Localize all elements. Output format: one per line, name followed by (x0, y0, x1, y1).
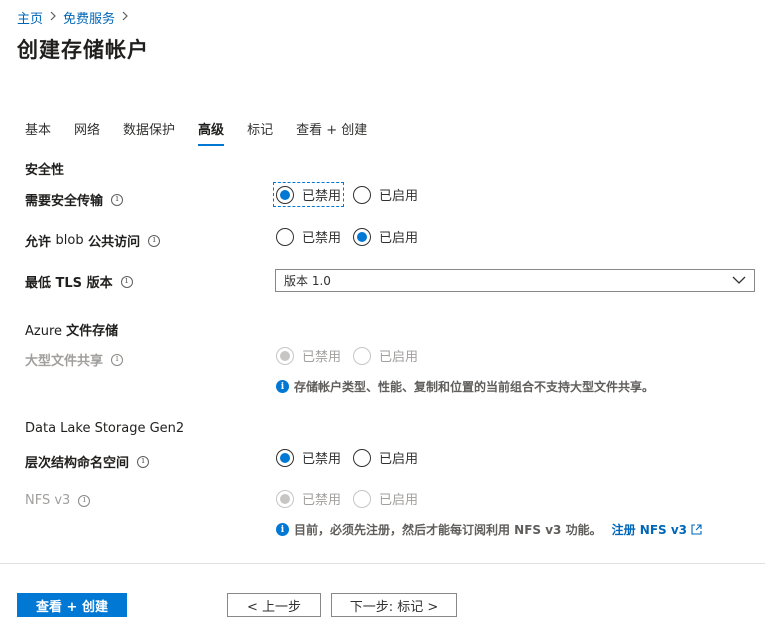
large-file-shares-info-note: i 存储帐户类型、性能、复制和位置的当前组合不支持大型文件共享。 (276, 378, 654, 395)
nfs-v3-disabled-radio: 已禁用 (276, 489, 341, 508)
radio-checked-icon (276, 346, 294, 365)
tab-review-create[interactable]: 查看 + 创建 (296, 119, 367, 144)
blob-public-access-label: 允许 blob 公共访问 i (25, 231, 161, 250)
next-tags-button[interactable]: 下一步: 标记 > (331, 593, 457, 617)
info-icon[interactable]: i (137, 455, 150, 468)
previous-button[interactable]: < 上一步 (227, 593, 321, 617)
breadcrumb: 主页 免费服务 (17, 8, 135, 27)
breadcrumb-home-link[interactable]: 主页 (17, 8, 43, 27)
radio-checked-icon (353, 227, 372, 246)
info-icon[interactable]: i (111, 193, 124, 206)
breadcrumb-free-services-link[interactable]: 免费服务 (63, 8, 115, 27)
footer-divider (0, 563, 765, 564)
blob-public-enabled-radio[interactable]: 已启用 (353, 227, 418, 246)
register-nfs-v3-link[interactable]: 注册 NFS v3 (612, 521, 702, 538)
radio-checked-icon (276, 489, 294, 508)
info-icon: i (276, 523, 289, 536)
external-link-icon (691, 524, 702, 535)
nfs-v3-radio-group: 已禁用 已启用 (276, 489, 430, 508)
info-icon[interactable]: i (111, 353, 124, 366)
tab-networking[interactable]: 网络 (74, 119, 100, 144)
secure-transfer-radio-group: 已禁用 已启用 (272, 182, 430, 207)
large-file-shares-radio-group: 已禁用 已启用 (276, 346, 430, 365)
min-tls-version-label: 最低 TLS 版本 i (25, 272, 133, 291)
large-file-shares-enabled-radio: 已启用 (353, 346, 418, 365)
nfs-v3-label: NFS v3 i (25, 493, 91, 508)
secure-transfer-disabled-radio[interactable]: 已禁用 (272, 182, 345, 207)
radio-checked-icon (276, 185, 294, 204)
radio-unchecked-icon (353, 448, 372, 467)
nfs-v3-enabled-radio: 已启用 (353, 489, 418, 508)
hierarchical-namespace-radio-group: 已禁用 已启用 (276, 448, 430, 467)
chevron-right-icon (121, 11, 129, 24)
azure-files-section-title: Azure 文件存储 (25, 324, 119, 339)
review-create-button[interactable]: 查看 + 创建 (17, 593, 127, 617)
info-icon[interactable]: i (120, 275, 133, 288)
radio-unchecked-icon (353, 489, 372, 508)
radio-unchecked-icon (353, 346, 372, 365)
tab-tags[interactable]: 标记 (247, 119, 273, 144)
chevron-right-icon (49, 11, 57, 24)
radio-unchecked-icon (276, 227, 294, 246)
blob-public-disabled-radio[interactable]: 已禁用 (276, 227, 341, 246)
min-tls-version-select[interactable]: 版本 1.0 (275, 269, 755, 292)
tab-advanced[interactable]: 高级 (198, 119, 225, 146)
radio-checked-icon (276, 448, 294, 467)
blob-public-access-radio-group: 已禁用 已启用 (276, 227, 430, 246)
tab-data-protection[interactable]: 数据保护 (123, 119, 175, 144)
info-icon[interactable]: i (148, 234, 161, 247)
tab-bar: 基本 网络 数据保护 高级 标记 查看 + 创建 (25, 119, 390, 146)
info-icon: i (276, 380, 289, 393)
secure-transfer-enabled-radio[interactable]: 已启用 (353, 185, 418, 204)
hns-disabled-radio[interactable]: 已禁用 (276, 448, 341, 467)
info-icon[interactable]: i (78, 494, 91, 507)
secure-transfer-label: 需要安全传输 i (25, 190, 124, 209)
radio-unchecked-icon (353, 185, 372, 204)
security-section-title: 安全性 (25, 163, 65, 178)
chevron-down-icon (732, 273, 746, 290)
tab-basics[interactable]: 基本 (25, 119, 51, 144)
page-title: 创建存储帐户 (17, 38, 149, 62)
hns-enabled-radio[interactable]: 已启用 (353, 448, 418, 467)
data-lake-section-title: Data Lake Storage Gen2 (25, 421, 185, 436)
nfs-v3-info-note: i 目前，必须先注册，然后才能每订阅利用 NFS v3 功能。 注册 NFS v… (276, 521, 702, 538)
hierarchical-namespace-label: 层次结构命名空间 i (25, 452, 150, 471)
large-file-shares-disabled-radio: 已禁用 (276, 346, 341, 365)
large-file-shares-label: 大型文件共享 i (25, 350, 124, 369)
